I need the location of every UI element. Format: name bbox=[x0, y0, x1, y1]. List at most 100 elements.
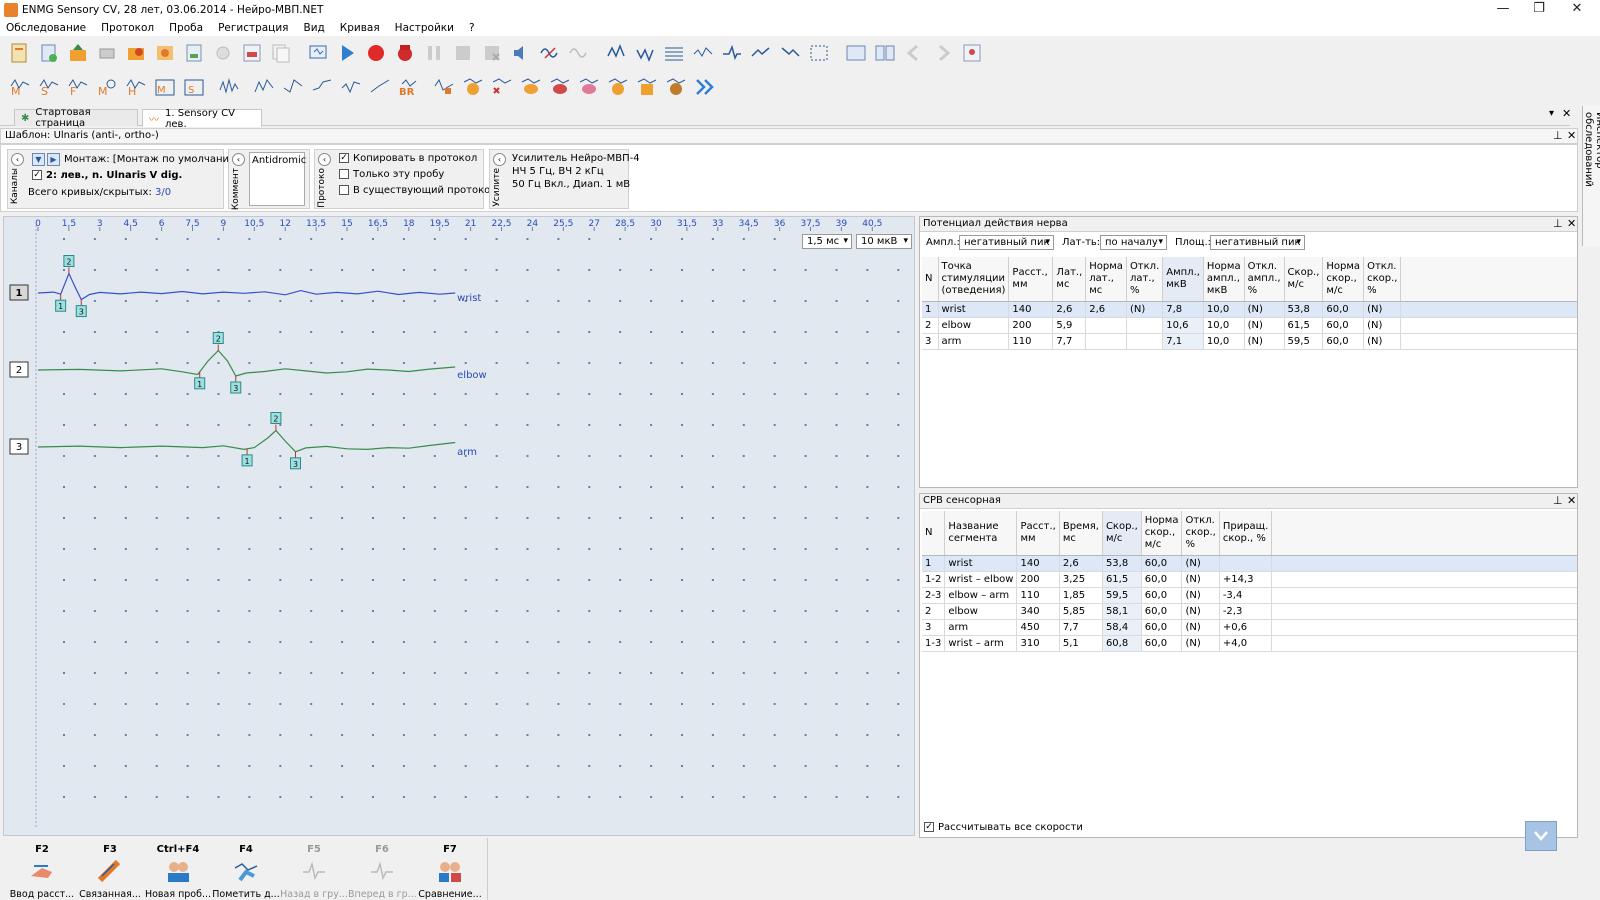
srv-cell[interactable]: 3,25 bbox=[1059, 571, 1103, 588]
test-sep3-button[interactable] bbox=[490, 75, 514, 99]
srv-close-icon[interactable]: ✕ bbox=[1567, 494, 1576, 508]
template-close-icon[interactable]: ✕ bbox=[1567, 129, 1576, 143]
ampl-dropdown[interactable]: негативный пик bbox=[959, 235, 1054, 250]
srv-cell[interactable]: 1 bbox=[922, 555, 946, 572]
patient-card-button[interactable] bbox=[960, 41, 984, 65]
nerve-cell[interactable]: 110 bbox=[1008, 333, 1054, 350]
srv-cell[interactable]: 60,0 bbox=[1141, 555, 1183, 572]
srv-cell[interactable]: 59,5 bbox=[1102, 587, 1142, 604]
nerve-cell[interactable] bbox=[1085, 317, 1127, 334]
report-button[interactable] bbox=[182, 41, 206, 65]
srv-cell[interactable]: (N) bbox=[1181, 603, 1220, 620]
inspector-sidebar-tab[interactable]: Инспектор обследований bbox=[1582, 106, 1600, 246]
srv-cell[interactable]: 60,0 bbox=[1141, 635, 1183, 652]
test-ds4-button[interactable] bbox=[339, 75, 363, 99]
nerve-cell[interactable]: arm bbox=[938, 333, 1010, 350]
menu-curve[interactable]: Кривая bbox=[340, 22, 380, 34]
nerve-cell[interactable]: 140 bbox=[1008, 301, 1054, 318]
srv-cell[interactable]: 5,1 bbox=[1059, 635, 1103, 652]
test-f-button[interactable]: F bbox=[66, 75, 90, 99]
tab-sensory-cv[interactable]: 〰 1. Sensory CV лев. bbox=[142, 108, 262, 130]
srv-row[interactable]: 2 elbow 340 5,85 58,1 60,0 (N) -2,3 bbox=[922, 603, 1577, 620]
next-test-button[interactable] bbox=[931, 41, 955, 65]
nerve-cell[interactable]: 2,6 bbox=[1052, 301, 1087, 318]
amp-up-button[interactable] bbox=[604, 41, 628, 65]
test-brain1-button[interactable] bbox=[519, 75, 543, 99]
srv-row[interactable]: 3 arm 450 7,7 58,4 60,0 (N) +0,6 bbox=[922, 619, 1577, 636]
srv-cell[interactable]: 340 bbox=[1016, 603, 1060, 620]
new-exam-button[interactable] bbox=[8, 41, 32, 65]
srv-row[interactable]: 1 wrist 140 2,6 53,8 60,0 (N) bbox=[922, 555, 1577, 572]
nerve-cell[interactable]: (N) bbox=[1244, 333, 1285, 350]
nerve-cell[interactable] bbox=[1085, 333, 1127, 350]
nerve-row[interactable]: 3 arm 110 7,7 7,1 10,0 (N) 59,5 60,0 (N) bbox=[922, 333, 1577, 350]
srv-cell[interactable]: 61,5 bbox=[1102, 571, 1142, 588]
nerve-cell[interactable]: 60,0 bbox=[1322, 301, 1365, 318]
scroll-down-button[interactable] bbox=[1525, 821, 1557, 851]
montage-down-button[interactable]: ▼ bbox=[32, 153, 45, 166]
nerve-cell[interactable]: 59,5 bbox=[1284, 333, 1324, 350]
srv-cell[interactable]: 200 bbox=[1016, 571, 1060, 588]
test-a-button[interactable] bbox=[217, 75, 241, 99]
copy-template-button[interactable] bbox=[269, 41, 293, 65]
test-ds5-button[interactable] bbox=[368, 75, 392, 99]
amplitude-scale-dropdown[interactable]: 10 мкВ bbox=[856, 234, 912, 249]
nerve-row[interactable]: 2 elbow 200 5,9 10,6 10,0 (N) 61,5 60,0 (N) bbox=[922, 317, 1577, 334]
only-this-test-row[interactable]: Только эту пробу bbox=[339, 169, 444, 180]
import-button[interactable] bbox=[66, 41, 90, 65]
only-this-test-checkbox[interactable] bbox=[339, 169, 349, 179]
col-velocity[interactable]: Скор., м/с bbox=[1284, 257, 1324, 302]
nerve-cell[interactable]: 2 bbox=[922, 317, 939, 334]
nerve-cell[interactable]: 10,6 bbox=[1162, 317, 1204, 334]
amplifier-collapse-icon[interactable]: ‹ bbox=[493, 153, 506, 166]
nerve-cell[interactable]: 2,6 bbox=[1085, 301, 1127, 318]
shift-right-button[interactable] bbox=[749, 41, 773, 65]
col-n[interactable]: N bbox=[922, 257, 939, 302]
srv-cell[interactable]: 60,0 bbox=[1141, 619, 1183, 636]
time-scale-dropdown[interactable]: 1,5 мс bbox=[802, 234, 852, 249]
start-button[interactable] bbox=[335, 41, 359, 65]
montage-label[interactable]: Монтаж: [Монтаж по умолчанию] bbox=[64, 154, 241, 165]
latency-dropdown[interactable]: по началу bbox=[1100, 235, 1167, 250]
srv-cell[interactable]: elbow bbox=[944, 603, 1018, 620]
menu-view[interactable]: Вид bbox=[303, 22, 324, 34]
srv-cell[interactable]: 310 bbox=[1016, 635, 1060, 652]
comment-textbox[interactable]: Antidromic bbox=[249, 152, 306, 206]
fkey-distance[interactable]: F2 Ввод расст... bbox=[8, 844, 76, 900]
srv-col-distance[interactable]: Расст., мм bbox=[1016, 511, 1060, 556]
maximize-button[interactable]: ❐ bbox=[1524, 0, 1554, 20]
filter-disabled-button[interactable] bbox=[567, 41, 591, 65]
srv-cell[interactable]: (N) bbox=[1181, 619, 1220, 636]
comment-collapse-icon[interactable]: ‹ bbox=[232, 153, 245, 166]
srv-col-time[interactable]: Время, мс bbox=[1059, 511, 1103, 556]
fkey-linked[interactable]: F3 Связанная... bbox=[76, 844, 144, 900]
srv-cell[interactable]: 5,85 bbox=[1059, 603, 1103, 620]
tab-menu-icon[interactable]: ▾ bbox=[1549, 108, 1554, 119]
nerve-cell[interactable]: (N) bbox=[1363, 333, 1402, 350]
settings-disabled-button[interactable] bbox=[211, 41, 235, 65]
nerve-cell[interactable] bbox=[1126, 333, 1164, 350]
col-dev-amplitude[interactable]: Откл. ампл., % bbox=[1244, 257, 1285, 302]
srv-row[interactable]: 1-2 wrist – elbow 200 3,25 61,5 60,0 (N) +14,3 bbox=[922, 571, 1577, 588]
col-latency[interactable]: Лат., мс bbox=[1052, 257, 1087, 302]
col-dev-velocity[interactable]: Откл. скор., % bbox=[1363, 257, 1402, 302]
srv-cell[interactable]: +14,3 bbox=[1219, 571, 1273, 588]
wave-button[interactable] bbox=[720, 41, 744, 65]
fkey-compare[interactable]: F7 Сравнение... bbox=[416, 844, 484, 900]
test-st-button[interactable]: S bbox=[182, 75, 206, 99]
print-button[interactable] bbox=[95, 41, 119, 65]
nerve-cell[interactable]: 5,9 bbox=[1052, 317, 1087, 334]
srv-cell[interactable]: 53,8 bbox=[1102, 555, 1142, 572]
tab-start-page[interactable]: ✱ Стартовая страница bbox=[14, 107, 138, 129]
nerve-cell[interactable]: 7,8 bbox=[1162, 301, 1204, 318]
test-mup-button[interactable]: M bbox=[95, 75, 119, 99]
test-brain3-button[interactable] bbox=[577, 75, 601, 99]
col-dev-latency[interactable]: Откл. лат., % bbox=[1126, 257, 1164, 302]
waveform-canvas[interactable]: 0 1,5 3 4,5 6 7,5 9 10,5 12 13,5 15 16,5 18 19,5 21 22,… bbox=[4, 217, 916, 837]
pause-button[interactable] bbox=[422, 41, 446, 65]
test-s-button[interactable]: S bbox=[37, 75, 61, 99]
more-tests-button[interactable] bbox=[693, 75, 717, 99]
menu-protocol[interactable]: Протокол bbox=[101, 22, 154, 34]
copy-to-protocol-row[interactable]: ✓ Копировать в протокол bbox=[339, 153, 477, 164]
srv-cell[interactable]: 1-3 bbox=[922, 635, 946, 652]
